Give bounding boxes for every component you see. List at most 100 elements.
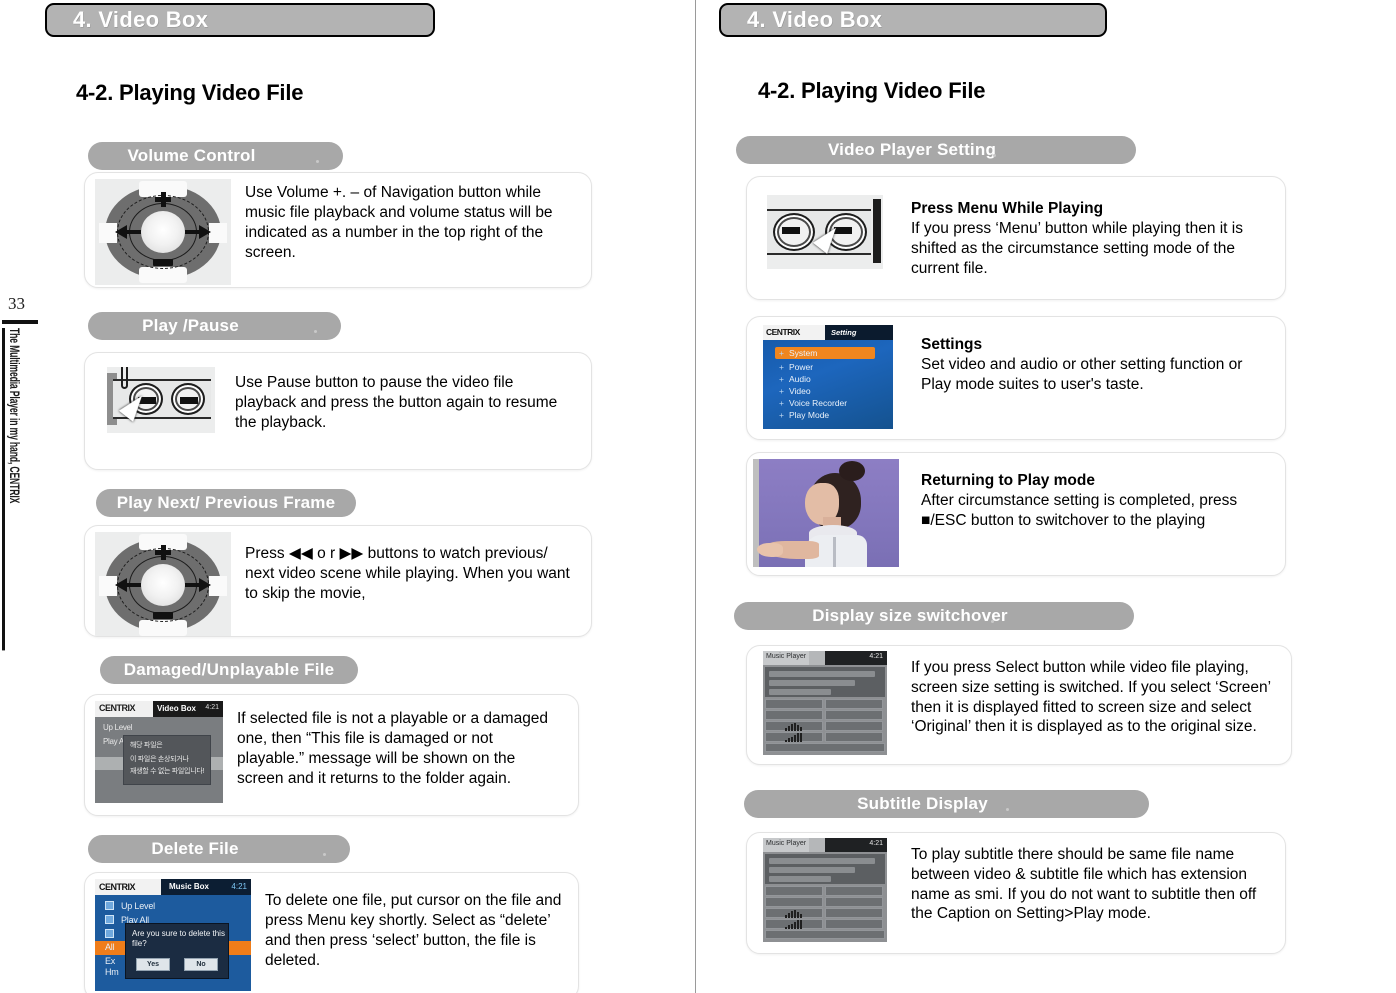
pill-damaged-file: Damaged/Unplayable File — [100, 656, 358, 684]
section-heading-right: 4-2. Playing Video File — [758, 78, 986, 103]
pill-label: Play Next/ Previous Frame — [116, 493, 336, 512]
screen-brand: CENTRIX — [99, 703, 136, 713]
screen-mode: Video Box — [157, 704, 196, 713]
card-body: Returning to Play mode After circumstanc… — [909, 453, 1285, 575]
screen-mode: Setting — [831, 328, 857, 337]
pill-play-next-previous: Play Next/ Previous Frame — [96, 489, 356, 517]
card-returning-play-mode: Returning to Play mode After circumstanc… — [746, 452, 1286, 576]
screen-dialog: 해당 파일은 이 파일은 손상되거나 재생할 수 없는 파일입니다! — [123, 735, 211, 785]
card-text: Use Pause button to pause the video file… — [235, 374, 558, 432]
menu-item-power[interactable]: Power — [789, 362, 813, 372]
card-title: Settings — [921, 336, 983, 353]
card-text: Press ◀◀ o r ▶▶ buttons to watch previou… — [245, 545, 570, 603]
pill-dot-icon — [314, 330, 317, 333]
card-press-menu: Press Menu While Playing If you press ‘M… — [746, 176, 1286, 300]
card-body: Settings Set video and audio or other se… — [903, 317, 1285, 439]
manual-spread: 4. Video Box 4-2. Playing Video File Vol… — [0, 0, 1396, 993]
chapter-banner-right: 4. Video Box — [719, 3, 1107, 37]
pill-label: Delete File — [151, 839, 239, 858]
card-body: If selected file is not a playable or a … — [227, 695, 578, 815]
dialog-line: 해당 파일은 — [130, 742, 163, 749]
card-media — [85, 173, 235, 287]
card-media — [85, 353, 225, 469]
card-media: Music Player 4:21 — [747, 833, 897, 953]
dialog-yes-button[interactable]: Yes — [136, 958, 170, 971]
rail-divider — [2, 320, 38, 324]
footer-vertical-left: The Multimedia Player in my hand, CENTRI… — [2, 328, 23, 651]
pill-label: Subtitle Display — [857, 794, 988, 813]
music-player-info-screen: Music Player 4:21 — [763, 651, 887, 755]
dpad-navigation-photo — [95, 532, 231, 636]
page-number-left: 33 — [8, 294, 25, 313]
dialog-line: 이 파일은 손상되거나 — [130, 756, 189, 763]
screen-brand: CENTRIX — [99, 882, 136, 892]
card-delete-file: CENTRIX Music Box 4:21 Up Level Play All… — [84, 872, 579, 993]
pill-dot-icon — [316, 160, 319, 163]
card-play-pause: Use Pause button to pause the video file… — [84, 352, 592, 470]
menu-item-voice-recorder[interactable]: Voice Recorder — [789, 398, 847, 408]
card-text: Use Volume +. – of Navigation button whi… — [245, 184, 553, 262]
menu-button-photo — [767, 195, 883, 269]
dialog-no-button[interactable]: No — [184, 958, 218, 971]
menu-item-audio[interactable]: Audio — [789, 374, 811, 384]
screen-meta: 4:21 — [205, 704, 219, 711]
card-body: Use Volume +. – of Navigation button whi… — [235, 173, 591, 287]
screen-item: Up Level — [121, 901, 155, 911]
card-text: To delete one file, put cursor on the fi… — [265, 892, 562, 970]
screen-dialog: Are you sure to delete this file? Yes No — [125, 923, 229, 979]
setting-menu-screen: CENTRIX Setting + System + Power + Audio… — [763, 325, 893, 429]
pill-video-player-setting: Video Player Setting — [736, 136, 1136, 164]
card-media: CENTRIX Music Box 4:21 Up Level Play All… — [85, 873, 255, 993]
card-body: Use Pause button to pause the video file… — [225, 353, 591, 469]
screen-meta: 4:21 — [869, 653, 883, 660]
card-text: After circumstance setting is completed,… — [921, 492, 1238, 530]
card-volume-control: Use Volume +. – of Navigation button whi… — [84, 172, 592, 288]
pill-dot-icon — [991, 620, 994, 623]
card-media: Music Player 4:21 — [747, 646, 897, 764]
menu-item-system[interactable]: System — [789, 348, 817, 358]
page-divider — [695, 0, 696, 993]
screen-item: All — [105, 942, 115, 952]
card-body: Press ◀◀ o r ▶▶ buttons to watch previou… — [235, 526, 591, 636]
left-page-rail: 33 The Multimedia Player in my hand, CEN… — [2, 295, 42, 848]
card-body: Press Menu While Playing If you press ‘M… — [893, 177, 1285, 299]
chapter-title-left: 4. Video Box — [73, 7, 209, 32]
card-media: CENTRIX Setting + System + Power + Audio… — [747, 317, 903, 439]
chapter-title-right: 4. Video Box — [747, 7, 883, 32]
card-display-size: Music Player 4:21 If you press Select bu… — [746, 645, 1292, 765]
chapter-banner-left: 4. Video Box — [45, 3, 435, 37]
dialog-question: Are you sure to delete this file? — [132, 929, 225, 948]
menu-item-play-mode[interactable]: Play Mode — [789, 410, 829, 420]
dialog-line: 재생할 수 없는 파일입니다! — [130, 768, 205, 775]
screen-title: Music Player — [766, 840, 807, 847]
pill-dot-icon — [323, 853, 326, 856]
card-damaged-file: CENTRIX Video Box 4:21 Up Level Play All… — [84, 694, 579, 816]
card-body: To delete one file, put cursor on the fi… — [255, 873, 578, 993]
card-text: If selected file is not a playable or a … — [237, 710, 549, 788]
screen-item: Hm — [105, 967, 119, 977]
pill-volume-control: Volume Control — [88, 142, 343, 170]
card-body: To play subtitle there should be same fi… — [897, 833, 1285, 953]
menu-item-video[interactable]: Video — [789, 386, 811, 396]
pill-play-pause: Play /Pause — [88, 312, 341, 340]
pill-label: Display size switchover — [812, 606, 1008, 625]
card-media — [747, 453, 909, 575]
pill-label: Video Player Setting — [827, 140, 997, 159]
screen-brand: CENTRIX — [766, 327, 800, 337]
card-settings: CENTRIX Setting + System + Power + Audio… — [746, 316, 1286, 440]
pill-display-size-switchover: Display size switchover — [734, 602, 1134, 630]
screen-title: Music Player — [766, 653, 807, 660]
card-text: If you press ‘Menu’ button while playing… — [911, 220, 1243, 278]
card-text: Set video and audio or other setting fun… — [921, 356, 1243, 394]
screen-meta: 4:21 — [869, 840, 883, 847]
card-media — [85, 526, 235, 636]
woman-playback-photo — [753, 459, 899, 567]
screen-meta: 4:21 — [231, 882, 247, 891]
music-player-info-screen: Music Player 4:21 — [763, 838, 887, 942]
pill-delete-file: Delete File — [88, 835, 350, 863]
screen-mode: Music Box — [169, 882, 210, 891]
section-heading-left: 4-2. Playing Video File — [76, 80, 304, 105]
dpad-navigation-photo — [95, 179, 231, 285]
pill-subtitle-display: Subtitle Display — [744, 790, 1149, 818]
screen-item: Ex — [105, 956, 116, 966]
